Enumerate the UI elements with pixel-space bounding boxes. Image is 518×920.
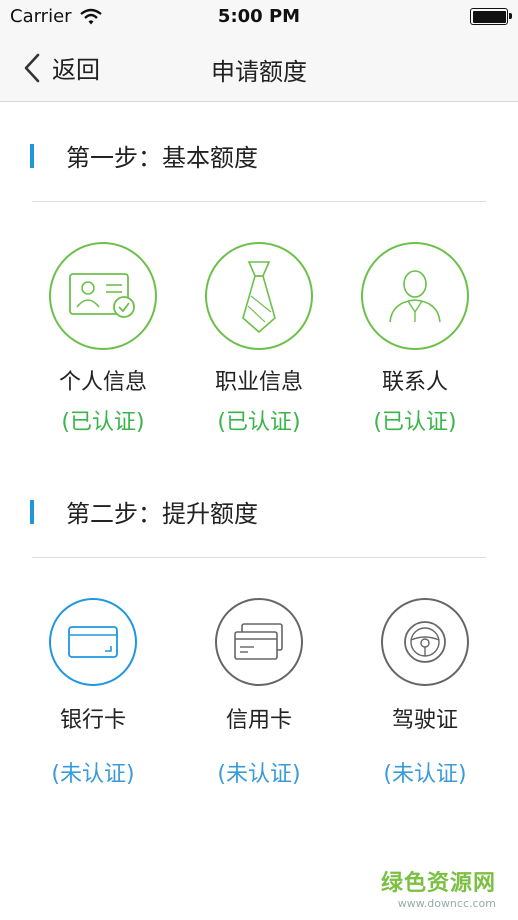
status-badge: (未认证) bbox=[383, 762, 467, 787]
contact-person-icon bbox=[389, 270, 441, 323]
step2-title: 第二步：提升额度 bbox=[66, 500, 258, 528]
battery-icon bbox=[470, 8, 512, 25]
status-badge: (已认证) bbox=[217, 410, 301, 435]
divider bbox=[32, 201, 486, 202]
status-badge: (已认证) bbox=[61, 410, 145, 435]
steering-wheel-icon bbox=[404, 621, 446, 663]
page-title: 申请额度 bbox=[211, 58, 307, 86]
personal-info-item[interactable]: 个人信息 (已认证) bbox=[28, 242, 178, 436]
credit-card-icon bbox=[234, 623, 283, 660]
step2-header: 第二步：提升额度 bbox=[0, 490, 518, 530]
step1-title: 第一步：基本额度 bbox=[66, 144, 258, 172]
section-accent-bar bbox=[30, 500, 34, 524]
section-accent-bar bbox=[30, 144, 34, 168]
divider bbox=[32, 557, 486, 558]
item-label: 驾驶证 bbox=[391, 708, 458, 733]
id-card-icon bbox=[69, 273, 135, 318]
status-bar: Carrier 5:00 PM bbox=[0, 0, 518, 34]
status-badge: (未认证) bbox=[51, 762, 135, 787]
watermark-text: 绿色资源网 bbox=[380, 871, 496, 896]
watermark-url: www.downcc.com bbox=[397, 897, 496, 910]
navigation-bar: 返回 申请额度 bbox=[0, 34, 518, 102]
bank-card-item[interactable]: 银行卡 (未认证) bbox=[18, 598, 168, 788]
career-info-item[interactable]: 职业信息 (已认证) bbox=[184, 242, 334, 436]
status-badge: (未认证) bbox=[217, 762, 301, 787]
item-label: 个人信息 bbox=[58, 370, 147, 395]
watermark-logo: 绿色资源网 www.downcc.com bbox=[381, 865, 496, 910]
item-label: 银行卡 bbox=[59, 708, 126, 733]
status-badge: (已认证) bbox=[373, 410, 457, 435]
driver-license-item[interactable]: 驾驶证 (未认证) bbox=[350, 598, 500, 788]
item-label: 信用卡 bbox=[225, 708, 292, 733]
necktie-icon bbox=[242, 261, 276, 334]
step1-header: 第一步：基本额度 bbox=[0, 134, 518, 174]
status-time: 5:00 PM bbox=[217, 6, 301, 27]
contacts-item[interactable]: 联系人 (已认证) bbox=[340, 242, 490, 436]
item-label: 职业信息 bbox=[214, 370, 303, 395]
bank-card-icon bbox=[68, 626, 118, 658]
credit-card-item[interactable]: 信用卡 (未认证) bbox=[184, 598, 334, 788]
item-label: 联系人 bbox=[381, 370, 448, 395]
